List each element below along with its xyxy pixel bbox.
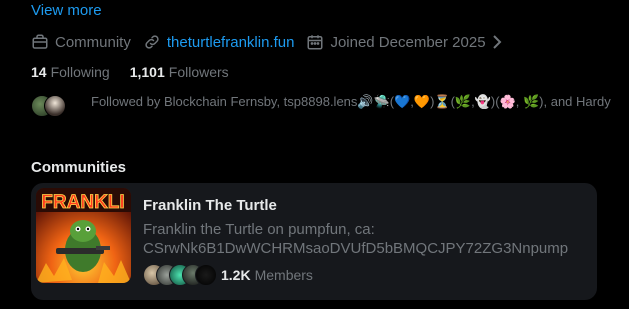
followed-by-avatars[interactable]	[31, 95, 77, 117]
members-label: Members	[254, 267, 313, 283]
category-item: Community	[31, 33, 131, 51]
communities-heading: Communities	[31, 159, 127, 176]
followers-count: 1,101	[129, 64, 165, 80]
joined-item[interactable]: Joined December 2025	[306, 33, 507, 51]
following-stat[interactable]: 14 Following	[31, 64, 110, 80]
community-description: Franklin the Turtle on pumpfun, ca: CSrw…	[143, 221, 569, 257]
followers-label: Followers	[168, 64, 229, 80]
following-label: Following	[50, 64, 110, 80]
category-label: Community	[55, 33, 131, 51]
community-name: Franklin The Turtle	[143, 197, 277, 214]
avatar	[195, 264, 217, 286]
following-count: 14	[31, 64, 47, 80]
members-count: 1.2K	[221, 267, 251, 283]
community-thumb-title: FRANKLI	[41, 192, 124, 213]
member-avatars	[143, 264, 217, 286]
calendar-icon	[307, 35, 323, 50]
link-icon	[145, 35, 159, 49]
community-members: 1.2K Members	[143, 264, 313, 286]
followers-stat[interactable]: 1,101 Followers	[130, 64, 229, 80]
joined-label: Joined December 2025	[330, 33, 486, 51]
website-item[interactable]: theturtlefranklin.fun	[143, 33, 295, 51]
followed-by-text[interactable]: Followed by Blockchain Fernsby, tsp8898.…	[91, 94, 611, 110]
profile-meta-row: Community theturtlefranklin.fun Joined D…	[31, 32, 520, 52]
briefcase-icon	[32, 34, 48, 49]
chevron-right-icon[interactable]	[492, 34, 508, 50]
avatar	[44, 95, 66, 117]
follow-stats: 14 Following 1,101 Followers	[31, 64, 249, 80]
view-more-link[interactable]: View more	[31, 2, 102, 19]
website-link[interactable]: theturtlefranklin.fun	[167, 34, 295, 51]
community-thumbnail: FRANKLI	[36, 188, 131, 283]
community-card[interactable]: FRANKLI Franklin The Turtle Franklin the…	[31, 183, 597, 300]
